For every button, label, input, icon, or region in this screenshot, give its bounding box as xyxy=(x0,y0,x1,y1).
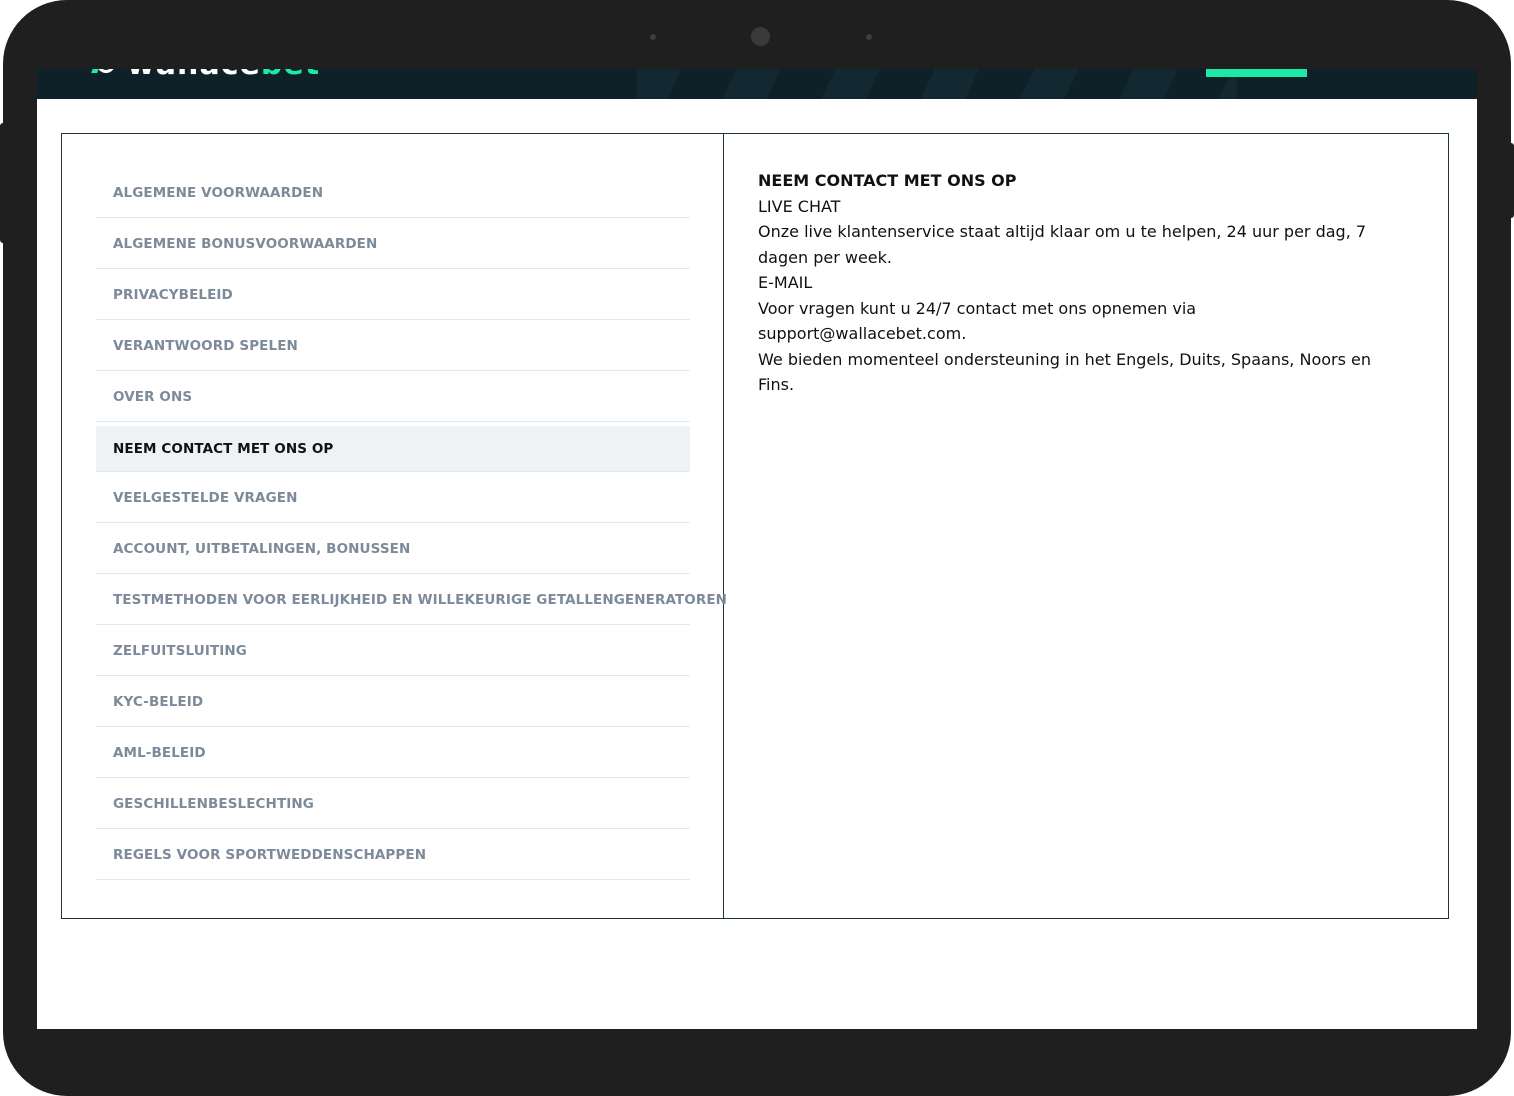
sidebar-item-neem-contact-met-ons-op[interactable]: NEEM CONTACT MET ONS OP xyxy=(96,426,690,472)
header-pattern xyxy=(637,69,1237,99)
content-heading: NEEM CONTACT MET ONS OP xyxy=(758,171,1017,190)
sensor-dot xyxy=(866,34,872,40)
sidebar-item-testmethoden[interactable]: TESTMETHODEN VOOR EERLIJKHEID EN WILLEKE… xyxy=(96,575,727,625)
side-button xyxy=(0,123,6,243)
sidebar-item-algemene-voorwaarden[interactable]: ALGEMENE VOORWAARDEN xyxy=(96,168,690,218)
sidebar-nav: ALGEMENE VOORWAARDEN ALGEMENE BONUSVOORW… xyxy=(62,134,727,918)
header-cta-button[interactable] xyxy=(1206,69,1307,77)
brand-logo[interactable]: wallacebet xyxy=(93,69,320,80)
sidebar-item-kyc-beleid[interactable]: KYC-BELEID xyxy=(96,677,690,727)
camera-icon xyxy=(751,27,770,46)
sidebar-item-geschillenbeslechting[interactable]: GESCHILLENBESLECHTING xyxy=(96,779,690,829)
sidebar-item-aml-beleid[interactable]: AML-BELEID xyxy=(96,728,690,778)
sidebar-item-account-uitbetalingen-bonussen[interactable]: ACCOUNT, UITBETALINGEN, BONUSSEN xyxy=(96,524,690,574)
sidebar-item-veelgestelde-vragen[interactable]: VEELGESTELDE VRAGEN xyxy=(96,473,690,523)
sidebar-item-over-ons[interactable]: OVER ONS xyxy=(96,372,690,422)
email-title: E-MAIL xyxy=(758,273,813,292)
email-text[interactable]: Voor vragen kunt u 24/7 contact met ons … xyxy=(758,296,1398,347)
live-chat-title: LIVE CHAT xyxy=(758,196,841,216)
languages-text: We bieden momenteel ondersteuning in het… xyxy=(758,349,1371,395)
logo-text: wallacebet xyxy=(127,69,320,80)
screen: wallacebet ALGEMENE VOORWAARDEN ALGEMENE… xyxy=(37,69,1477,1029)
sidebar-item-regels-sportweddenschappen[interactable]: REGELS VOOR SPORTWEDDENSCHAPPEN xyxy=(96,830,690,880)
side-button xyxy=(1508,143,1514,218)
logo-icon xyxy=(93,69,121,75)
sidebar-item-zelfuitsluiting[interactable]: ZELFUITSLUITING xyxy=(96,626,690,676)
sidebar-item-verantwoord-spelen[interactable]: VERANTWOORD SPELEN xyxy=(96,321,690,371)
content-area: NEEM CONTACT MET ONS OP LIVE CHAT Onze l… xyxy=(724,134,1448,918)
live-chat-text: Onze live klantenservice staat altijd kl… xyxy=(758,222,1367,267)
sidebar-item-algemene-bonusvoorwaarden[interactable]: ALGEMENE BONUSVOORWAARDEN xyxy=(96,219,690,269)
info-panel: ALGEMENE VOORWAARDEN ALGEMENE BONUSVOORW… xyxy=(61,133,1449,919)
tablet-frame: wallacebet ALGEMENE VOORWAARDEN ALGEMENE… xyxy=(3,0,1511,1096)
site-header: wallacebet xyxy=(37,69,1477,99)
sensor-dot xyxy=(650,34,656,40)
sidebar-item-privacybeleid[interactable]: PRIVACYBELEID xyxy=(96,270,690,320)
